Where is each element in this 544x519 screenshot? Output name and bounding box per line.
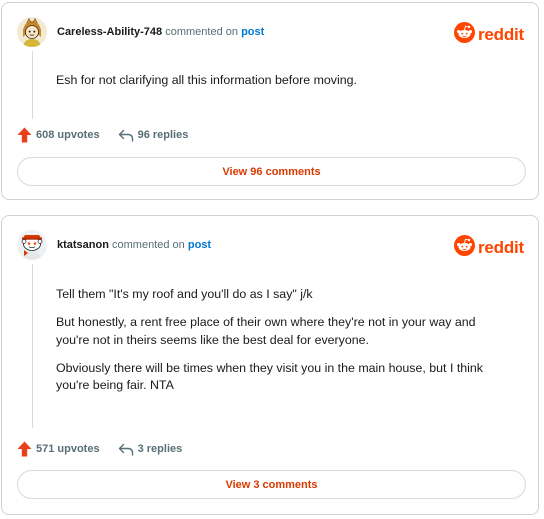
upvote-count: 608 upvotes: [36, 129, 100, 141]
comment-card: Careless-Ability-748 commented on post r…: [1, 2, 539, 200]
reply-icon: [118, 443, 133, 456]
user-avatar-icon[interactable]: [17, 17, 47, 47]
upvote-arrow-icon: [17, 127, 32, 143]
upvote-button[interactable]: 571 upvotes: [17, 441, 100, 457]
reply-icon: [118, 129, 133, 142]
reddit-logo[interactable]: reddit: [453, 235, 524, 261]
reddit-snoo-icon: [453, 235, 475, 261]
reddit-snoo-icon: [453, 22, 475, 48]
reply-button[interactable]: 3 replies: [118, 443, 183, 456]
comment-meta: ktatsanon commented on post: [57, 239, 211, 251]
comment-paragraph: But honestly, a rent free place of their…: [56, 315, 476, 347]
comment-footer: 571 upvotes 3 replies: [17, 441, 182, 457]
username-link[interactable]: ktatsanon: [57, 239, 109, 251]
reply-count: 3 replies: [137, 443, 183, 455]
reddit-logo[interactable]: reddit: [453, 22, 524, 48]
comment-footer: 608 upvotes 96 replies: [17, 127, 188, 143]
comment-paragraph: Obviously there will be times when they …: [56, 360, 483, 393]
post-link[interactable]: post: [241, 26, 264, 38]
comment-action-text: commented on: [165, 26, 238, 38]
thread-line: [32, 51, 33, 119]
comment-card: ktatsanon commented on post reddit Tell …: [1, 215, 539, 515]
comment-body: Tell them "It's my roof and you'll do as…: [56, 286, 512, 405]
reply-button[interactable]: 96 replies: [118, 129, 189, 142]
username-link[interactable]: Careless-Ability-748: [57, 26, 162, 38]
snoo-avatar-icon[interactable]: [17, 230, 47, 260]
view-comments-button[interactable]: View 96 comments: [17, 157, 526, 186]
thread-line: [32, 264, 33, 428]
upvote-button[interactable]: 608 upvotes: [17, 127, 100, 143]
comment-paragraph: Esh for not clarifying all this informat…: [56, 73, 357, 87]
comment-meta: Careless-Ability-748 commented on post: [57, 26, 264, 38]
comment-paragraph: Tell them "It's my roof and you'll do as…: [56, 287, 313, 301]
upvote-arrow-icon: [17, 441, 32, 457]
upvote-count: 571 upvotes: [36, 443, 100, 455]
comment-header: ktatsanon commented on post: [17, 229, 211, 261]
view-comments-button[interactable]: View 3 comments: [17, 470, 526, 499]
comment-body: Esh for not clarifying all this informat…: [56, 72, 512, 100]
comment-action-text: commented on: [112, 239, 185, 251]
comment-header: Careless-Ability-748 commented on post: [17, 16, 264, 48]
reddit-wordmark: reddit: [477, 238, 524, 257]
post-link[interactable]: post: [188, 239, 211, 251]
reddit-wordmark: reddit: [477, 25, 524, 44]
reply-count: 96 replies: [137, 129, 189, 141]
